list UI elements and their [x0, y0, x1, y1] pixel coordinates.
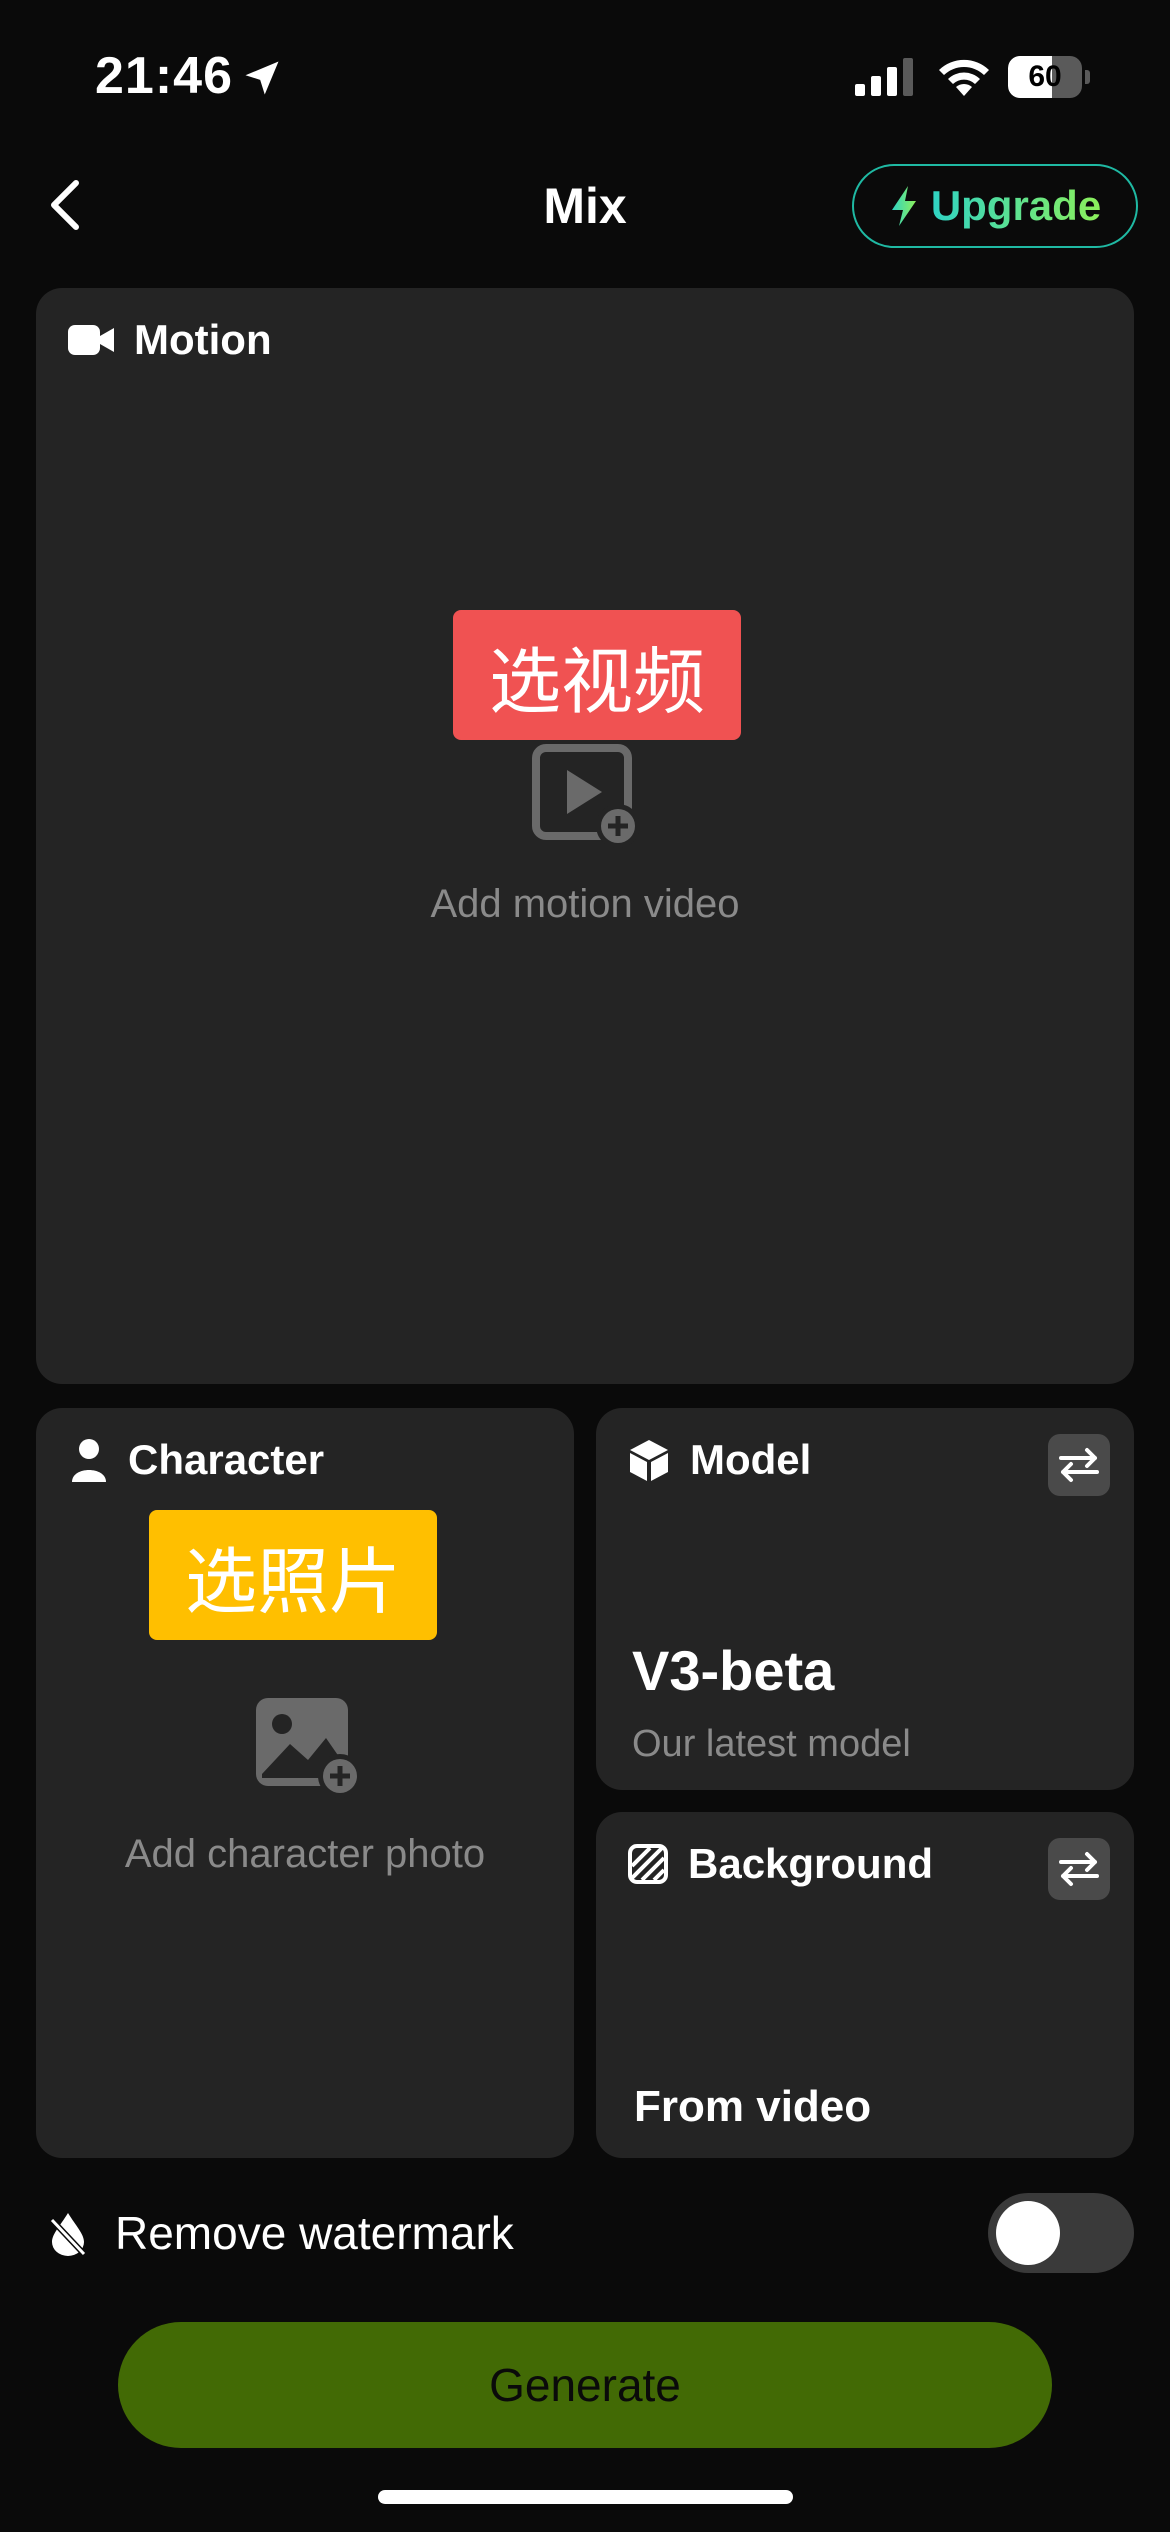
upgrade-button[interactable]: Upgrade	[852, 164, 1138, 248]
remove-watermark-label: Remove watermark	[115, 2207, 514, 2259]
character-card-title: Character	[128, 1436, 325, 1483]
hatched-square-icon	[628, 1844, 668, 1884]
battery-level: 60	[1028, 60, 1062, 93]
swap-arrows-icon	[1059, 1448, 1099, 1482]
add-video-icon	[532, 744, 640, 848]
home-indicator	[378, 2490, 793, 2504]
motion-placeholder: Add motion video	[430, 882, 740, 926]
water-drop-off-icon	[49, 2213, 87, 2257]
model-description: Our latest model	[632, 1723, 911, 1765]
remove-watermark-toggle[interactable]	[988, 2193, 1134, 2273]
cube-icon	[630, 1440, 668, 1481]
battery-icon: 60	[1008, 56, 1090, 98]
select-photo-tag[interactable]: 选照片	[149, 1510, 437, 1640]
status-time: 21:46	[95, 47, 233, 105]
background-swap-button[interactable]	[1048, 1838, 1110, 1900]
cellular-signal-icon	[855, 58, 913, 96]
swap-arrows-icon	[1059, 1852, 1099, 1886]
toggle-knob	[996, 2201, 1060, 2265]
wifi-icon	[939, 59, 989, 96]
model-swap-button[interactable]	[1048, 1434, 1110, 1496]
character-placeholder: Add character photo	[124, 1832, 486, 1876]
motion-card-title: Motion	[134, 316, 272, 363]
motion-card[interactable]: Motion 选视频 Add motion video	[36, 288, 1134, 1384]
lightning-bolt-icon	[891, 186, 916, 226]
video-camera-icon	[68, 325, 114, 355]
add-photo-icon	[256, 1698, 362, 1798]
location-arrow-icon	[245, 61, 279, 95]
background-value: From video	[634, 2082, 872, 2131]
generate-button[interactable]: Generate	[118, 2322, 1052, 2448]
select-video-tag[interactable]: 选视频	[453, 610, 741, 740]
upgrade-label: Upgrade	[930, 182, 1102, 229]
person-icon	[72, 1439, 106, 1482]
model-card-title: Model	[690, 1436, 812, 1483]
model-card[interactable]: Model V3-beta Our latest model	[596, 1408, 1134, 1790]
background-card[interactable]: Background From video	[596, 1812, 1134, 2158]
background-card-title: Background	[688, 1840, 934, 1887]
model-name: V3-beta	[632, 1639, 835, 1702]
character-card[interactable]: Character 选照片 Add character photo	[36, 1408, 574, 2158]
